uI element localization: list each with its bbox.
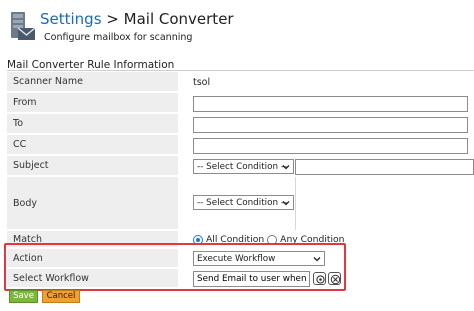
action-select[interactable]: Execute Workflow bbox=[193, 251, 325, 266]
body-label: Body bbox=[7, 177, 178, 229]
search-icon[interactable] bbox=[313, 272, 326, 285]
page-title: Settings > Mail Converter bbox=[40, 10, 234, 28]
body-condition-value: -- Select Condition -- bbox=[197, 197, 288, 208]
to-field[interactable] bbox=[193, 117, 468, 133]
section-divider bbox=[7, 70, 474, 71]
subject-field[interactable] bbox=[295, 159, 474, 175]
from-label: From bbox=[7, 93, 178, 112]
chevron-down-icon bbox=[282, 201, 290, 206]
scanner-name-value: tsol bbox=[193, 77, 211, 88]
subject-label: Subject bbox=[7, 156, 178, 175]
row-from: From bbox=[7, 93, 474, 113]
body-column-divider bbox=[295, 177, 296, 230]
action-value: Execute Workflow bbox=[197, 253, 276, 264]
row-body: Body -- Select Condition -- bbox=[7, 177, 474, 230]
match-any-label: Any Condition bbox=[280, 234, 345, 245]
save-button[interactable]: Save bbox=[9, 290, 38, 303]
clear-icon[interactable] bbox=[328, 272, 341, 285]
match-any-radio[interactable] bbox=[267, 234, 278, 245]
match-radio-group: All Condition Any Condition bbox=[193, 234, 347, 245]
match-all-radio[interactable] bbox=[193, 234, 203, 245]
row-subject: Subject -- Select Condition -- bbox=[7, 156, 474, 176]
page-title-text: Mail Converter bbox=[123, 10, 234, 28]
match-label: Match bbox=[7, 231, 178, 247]
row-cc: CC bbox=[7, 135, 474, 155]
mailbox-settings-icon bbox=[8, 10, 36, 44]
row-to: To bbox=[7, 114, 474, 134]
subject-condition-select[interactable]: -- Select Condition -- bbox=[193, 159, 294, 174]
cc-label: CC bbox=[7, 135, 178, 154]
chevron-down-icon bbox=[313, 257, 321, 262]
page-subtitle: Configure mailbox for scanning bbox=[44, 32, 193, 43]
from-field[interactable] bbox=[193, 96, 468, 112]
breadcrumb-settings-link[interactable]: Settings bbox=[40, 10, 102, 28]
page-header: Settings > Mail Converter Configure mail… bbox=[0, 0, 474, 52]
select-workflow-label: Select Workflow bbox=[7, 269, 178, 287]
breadcrumb-separator: > bbox=[101, 10, 124, 28]
cc-field[interactable] bbox=[193, 138, 468, 154]
subject-condition-value: -- Select Condition -- bbox=[197, 161, 288, 172]
cancel-button[interactable]: Cancel bbox=[42, 290, 80, 303]
chevron-down-icon bbox=[282, 165, 290, 170]
match-all-label: All Condition bbox=[206, 234, 265, 245]
body-condition-select[interactable]: -- Select Condition -- bbox=[193, 195, 294, 210]
row-select-workflow: Select Workflow bbox=[7, 269, 474, 288]
workflow-field[interactable] bbox=[193, 271, 310, 287]
row-scanner-name: Scanner Name tsol bbox=[7, 72, 474, 92]
action-label: Action bbox=[7, 249, 178, 267]
row-action: Action Execute Workflow bbox=[7, 249, 474, 268]
scanner-name-label: Scanner Name bbox=[7, 72, 178, 91]
to-label: To bbox=[7, 114, 178, 133]
row-match: Match All Condition Any Condition bbox=[7, 231, 474, 248]
